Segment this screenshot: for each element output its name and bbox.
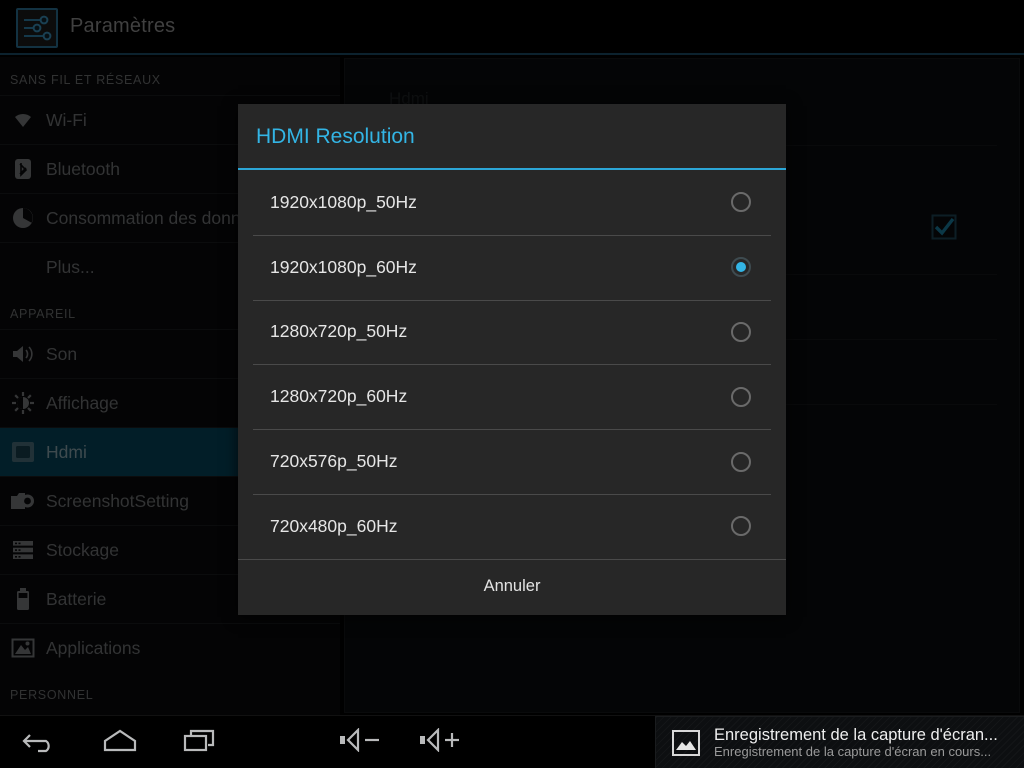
- resolution-option[interactable]: 1280x720p_50Hz: [238, 299, 786, 365]
- resolution-option[interactable]: 1280x720p_60Hz: [238, 364, 786, 429]
- wifi-icon: [10, 107, 36, 133]
- android-settings-screen: Paramètres Hdmi SANS FIL ET RÉSEAUX Wi-F…: [0, 0, 1024, 768]
- image-icon: [672, 729, 700, 756]
- sidebar-item-label: Bluetooth: [46, 158, 120, 179]
- sidebar-item-label: Plus...: [46, 256, 95, 277]
- app-title: Paramètres: [70, 15, 176, 37]
- section-header-personal: PERSONNEL: [10, 688, 94, 702]
- data-usage-icon: [10, 205, 36, 231]
- notification-text: Enregistrement de la capture d'écran... …: [714, 726, 998, 760]
- sidebar-item-label: Consommation des donn: [46, 207, 241, 228]
- notification-subtitle: Enregistrement de la capture d'écran en …: [714, 743, 992, 759]
- home-button[interactable]: [80, 716, 160, 768]
- radio-button[interactable]: [731, 321, 751, 342]
- recents-button[interactable]: [160, 716, 240, 768]
- option-label: 720x480p_60Hz: [270, 515, 398, 536]
- applications-icon: [10, 635, 36, 661]
- resolution-option[interactable]: 1920x1080p_50Hz: [238, 170, 786, 235]
- resolution-option[interactable]: 720x480p_60Hz: [238, 493, 786, 559]
- sidebar-item-label: ScreenshotSetting: [46, 490, 190, 511]
- recents-icon: [182, 727, 218, 758]
- resolution-option[interactable]: 720x576p_50Hz: [238, 429, 786, 494]
- sidebar-item-label: Son: [46, 343, 78, 364]
- volume-up-icon: [418, 727, 462, 757]
- sidebar-item-label: Stockage: [46, 539, 119, 560]
- display-icon: [10, 390, 36, 416]
- sidebar-item-label: Affichage: [46, 392, 119, 413]
- screenshot-notification[interactable]: Enregistrement de la capture d'écran... …: [655, 716, 1024, 768]
- hdmi-icon: [10, 439, 36, 465]
- dialog-title: HDMI Resolution: [238, 104, 786, 170]
- option-label: 1920x1080p_50Hz: [270, 191, 417, 212]
- sidebar-item-label: Batterie: [46, 588, 107, 609]
- resolution-option-list[interactable]: 1920x1080p_50Hz 1920x1080p_60Hz 1280x720…: [238, 170, 786, 559]
- action-bar: Paramètres: [0, 0, 1024, 55]
- sidebar-item-label: Applications: [46, 637, 141, 658]
- radio-button[interactable]: [731, 516, 751, 537]
- sidebar-item-applications[interactable]: Applications: [0, 623, 340, 672]
- option-label: 1920x1080p_60Hz: [270, 256, 417, 277]
- sidebar-item-label: Wi-Fi: [46, 109, 87, 130]
- hdmi-resolution-dialog: HDMI Resolution 1920x1080p_50Hz 1920x108…: [238, 104, 786, 615]
- option-label: 1280x720p_50Hz: [270, 321, 408, 342]
- home-icon: [101, 728, 139, 757]
- volume-up-button[interactable]: [400, 716, 480, 768]
- resolution-option[interactable]: 1920x1080p_60Hz: [238, 234, 786, 300]
- settings-sliders-icon: [16, 8, 58, 48]
- option-label: 720x576p_50Hz: [270, 451, 398, 472]
- dialog-footer: Annuler: [238, 559, 786, 613]
- volume-down-icon: [338, 727, 382, 757]
- radio-button[interactable]: [731, 192, 751, 213]
- section-header-wireless: SANS FIL ET RÉSEAUX: [10, 73, 161, 87]
- hdmi-enable-checkbox[interactable]: [931, 214, 957, 240]
- notification-title: Enregistrement de la capture d'écran...: [714, 725, 998, 744]
- option-label: 1280x720p_60Hz: [270, 386, 408, 407]
- back-button[interactable]: [0, 716, 80, 768]
- camera-icon: [10, 488, 36, 514]
- radio-button-selected[interactable]: [731, 257, 751, 278]
- sidebar-item-label: Hdmi: [46, 441, 87, 462]
- radio-button[interactable]: [731, 386, 751, 407]
- bluetooth-icon: [10, 156, 36, 182]
- sound-icon: [10, 341, 36, 367]
- storage-icon: [10, 537, 36, 563]
- battery-icon: [10, 586, 36, 612]
- radio-button[interactable]: [731, 451, 751, 472]
- volume-down-button[interactable]: [320, 716, 400, 768]
- cancel-button[interactable]: Annuler: [484, 577, 541, 596]
- back-icon: [22, 727, 58, 758]
